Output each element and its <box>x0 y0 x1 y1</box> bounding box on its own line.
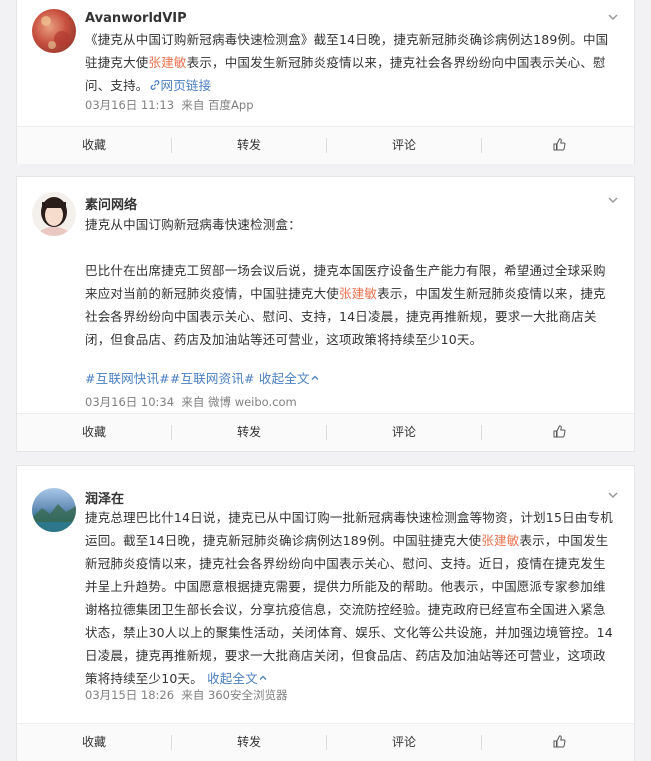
collapse-label: 收起全文 <box>258 371 310 386</box>
avatar[interactable] <box>32 192 76 236</box>
chevron-up-icon <box>259 675 267 680</box>
hashtag-link[interactable]: #互联网快讯# <box>85 371 170 386</box>
post-date[interactable]: 03月16日 11:13 <box>85 98 174 112</box>
collapse-link[interactable]: 收起全文 <box>207 671 268 686</box>
hashtag-link[interactable]: #互联网资讯# <box>170 371 255 386</box>
repost-button[interactable]: 转发 <box>172 127 326 164</box>
thumbs-up-icon <box>553 138 566 151</box>
post-source: 来自 百度App <box>181 98 254 112</box>
author-name[interactable]: 润泽在 <box>85 488 124 507</box>
post-meta: 03月15日 18:26 来自 360安全浏览器 <box>85 687 288 703</box>
post-intro: 捷克从中国订购新冠病毒快速检测盒： <box>85 217 301 232</box>
mention-link[interactable]: 张建敏 <box>481 533 519 548</box>
post-card: AvanworldVIP 《捷克从中国订购新冠病毒快速检测盒》截至14日晚，捷克… <box>16 0 635 164</box>
comment-button[interactable]: 评论 <box>327 414 481 451</box>
repost-button[interactable]: 转发 <box>172 724 326 761</box>
chevron-down-icon[interactable] <box>606 488 620 502</box>
comment-button[interactable]: 评论 <box>327 724 481 761</box>
avatar-image <box>41 16 70 49</box>
mention-link[interactable]: 张建敏 <box>149 55 187 70</box>
action-bar: 收藏 转发 评论 <box>17 723 634 761</box>
post-source: 来自 360安全浏览器 <box>181 688 288 702</box>
favorite-button[interactable]: 收藏 <box>17 127 171 164</box>
thumbs-up-icon <box>553 425 566 438</box>
post-card: 润泽在 捷克总理巴比什14日说，捷克已从中国订购一批新冠病毒快速检测盒等物资，计… <box>16 465 635 761</box>
post-date[interactable]: 03月16日 10:34 <box>85 395 174 409</box>
post-text: 《捷克从中国订购新冠病毒快速检测盒》截至14日晚，捷克新冠肺炎确诊病例达189例… <box>85 28 615 97</box>
post-text-part: 表示，中国发生新冠肺炎疫情以来，捷克社会各界纷纷向中国表示关心、慰问、支持。近日… <box>85 533 613 686</box>
thumbs-up-icon <box>553 735 566 748</box>
post-tags: #互联网快讯##互联网资讯# 收起全文 <box>85 367 615 390</box>
action-bar: 收藏 转发 评论 <box>17 126 634 164</box>
collapse-label: 收起全文 <box>207 671 258 686</box>
avatar-image <box>32 504 76 532</box>
chevron-up-icon <box>311 375 319 380</box>
mention-link[interactable]: 张建敏 <box>339 286 377 301</box>
post-meta: 03月16日 11:13 来自 百度App <box>85 97 254 113</box>
favorite-button[interactable]: 收藏 <box>17 724 171 761</box>
post-meta: 03月16日 10:34 来自 微博 weibo.com <box>85 394 297 410</box>
post-text: 巴比什在出席捷克工贸部一场会议后说，捷克本国医疗设备生产能力有限，希望通过全球采… <box>85 259 615 351</box>
avatar[interactable] <box>32 9 76 53</box>
avatar[interactable] <box>32 488 76 532</box>
web-link[interactable]: 网页链接 <box>149 78 212 93</box>
like-button[interactable] <box>482 127 636 164</box>
post-card: 素问网络 捷克从中国订购新冠病毒快速检测盒： 巴比什在出席捷克工贸部一场会议后说… <box>16 176 635 452</box>
chevron-down-icon[interactable] <box>606 193 620 207</box>
avatar-image <box>38 197 70 236</box>
like-button[interactable] <box>482 414 636 451</box>
comment-button[interactable]: 评论 <box>327 127 481 164</box>
link-icon <box>150 80 159 90</box>
post-text: 捷克总理巴比什14日说，捷克已从中国订购一批新冠病毒快速检测盒等物资，计划15日… <box>85 506 615 690</box>
action-bar: 收藏 转发 评论 <box>17 413 634 451</box>
repost-button[interactable]: 转发 <box>172 414 326 451</box>
post-source: 来自 微博 weibo.com <box>181 395 297 409</box>
favorite-button[interactable]: 收藏 <box>17 414 171 451</box>
chevron-down-icon[interactable] <box>606 10 620 24</box>
post-date[interactable]: 03月15日 18:26 <box>85 688 174 702</box>
like-button[interactable] <box>482 724 636 761</box>
author-name[interactable]: 素问网络 <box>85 194 137 213</box>
web-link-label: 网页链接 <box>160 78 212 93</box>
collapse-link[interactable]: 收起全文 <box>259 371 320 386</box>
author-name[interactable]: AvanworldVIP <box>85 11 187 26</box>
